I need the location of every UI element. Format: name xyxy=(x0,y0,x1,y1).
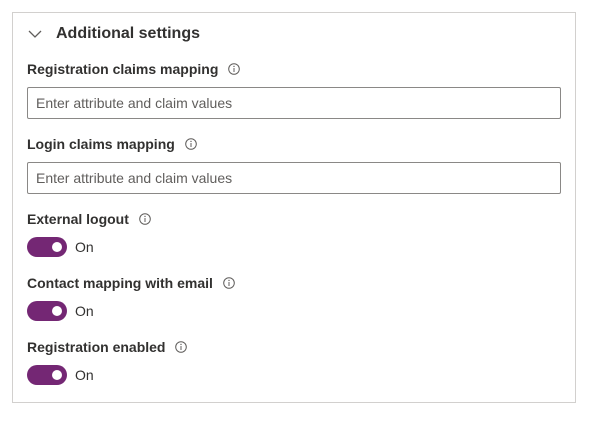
registration-enabled-toggle-row: On xyxy=(27,365,94,385)
info-icon[interactable] xyxy=(139,213,151,225)
contact-mapping-label-row: Contact mapping with email xyxy=(27,275,235,291)
external-logout-label: External logout xyxy=(27,211,129,227)
registration-claims-label: Registration claims mapping xyxy=(27,61,219,77)
contact-mapping-state: On xyxy=(75,303,94,319)
login-claims-input[interactable] xyxy=(27,162,561,194)
registration-enabled-label: Registration enabled xyxy=(27,339,166,355)
info-icon[interactable] xyxy=(228,63,241,75)
contact-mapping-toggle[interactable] xyxy=(27,301,67,321)
registration-enabled-toggle[interactable] xyxy=(27,365,67,385)
external-logout-toggle-row: On xyxy=(27,237,94,257)
registration-claims-input[interactable] xyxy=(27,87,561,119)
registration-claims-label-row: Registration claims mapping xyxy=(27,61,241,77)
external-logout-toggle[interactable] xyxy=(27,237,67,257)
registration-enabled-label-row: Registration enabled xyxy=(27,339,188,355)
login-claims-label-row: Login claims mapping xyxy=(27,136,197,152)
registration-enabled-state: On xyxy=(75,367,94,383)
contact-mapping-label: Contact mapping with email xyxy=(27,275,213,291)
section-title: Additional settings xyxy=(56,25,200,42)
toggle-knob xyxy=(52,306,62,316)
chevron-down-icon[interactable] xyxy=(27,26,43,42)
contact-mapping-toggle-row: On xyxy=(27,301,94,321)
external-logout-label-row: External logout xyxy=(27,211,151,227)
info-icon[interactable] xyxy=(175,341,188,353)
info-icon[interactable] xyxy=(184,138,197,150)
toggle-knob xyxy=(52,370,62,380)
toggle-knob xyxy=(52,242,62,252)
external-logout-state: On xyxy=(75,239,94,255)
info-icon[interactable] xyxy=(223,277,235,289)
additional-settings-header[interactable]: Additional settings xyxy=(27,23,200,45)
login-claims-label: Login claims mapping xyxy=(27,136,175,152)
additional-settings-panel: Additional settings Registration claims … xyxy=(12,12,576,403)
